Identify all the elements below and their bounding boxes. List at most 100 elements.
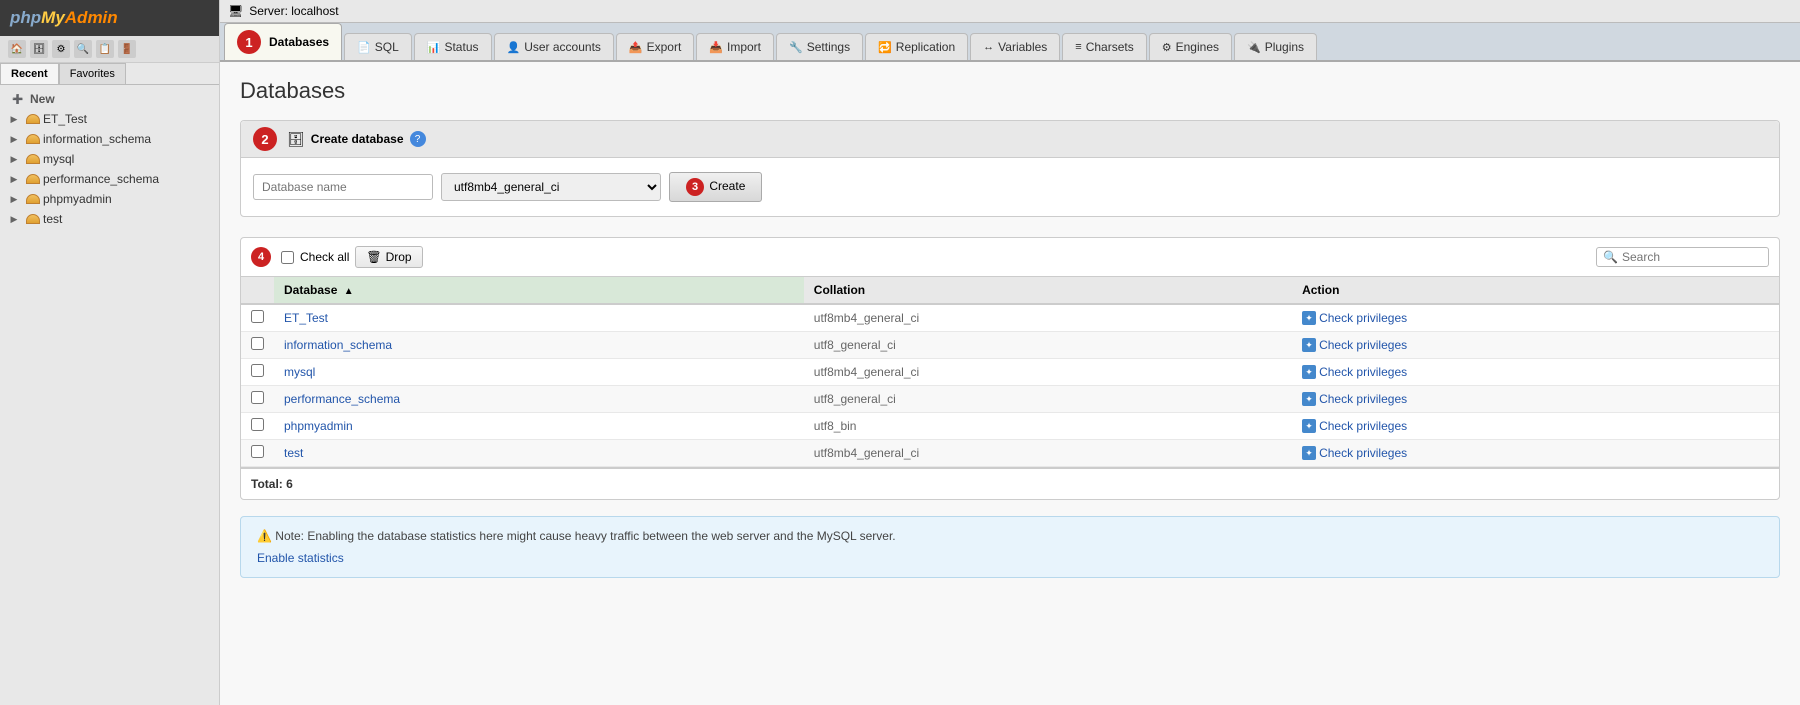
sidebar-item-test[interactable]: ▶ test [0, 209, 219, 229]
db-toolbar: 4 Check all 🗑 Drop 🔍 [241, 238, 1779, 276]
settings-icon[interactable]: ⚙ [52, 40, 70, 58]
check-privileges-link[interactable]: ✦ Check privileges [1302, 338, 1769, 352]
db-name-link[interactable]: mysql [284, 365, 315, 379]
col-action[interactable]: Action [1292, 277, 1779, 305]
content-area: Databases 2 🗄 Create database ? utf8mb4_… [220, 62, 1800, 705]
config-icon[interactable]: 📋 [96, 40, 114, 58]
export-icon: 📤 [629, 41, 643, 54]
priv-icon: ✦ [1302, 338, 1316, 352]
row-collation: utf8_bin [804, 413, 1292, 440]
sidebar-item-new[interactable]: ➕ New [0, 89, 219, 109]
check-privileges-link[interactable]: ✦ Check privileges [1302, 419, 1769, 433]
check-priv-label: Check privileges [1319, 446, 1407, 460]
sidebar-item-et-test[interactable]: ▶ ET_Test [0, 109, 219, 129]
db-icon [26, 214, 40, 224]
tab-settings[interactable]: 🔧 Settings [776, 33, 863, 60]
table-row: performance_schema utf8_general_ci ✦ Che… [241, 386, 1779, 413]
recent-tab[interactable]: Recent [0, 63, 59, 84]
priv-icon: ✦ [1302, 392, 1316, 406]
sidebar: phpMyAdmin 🏠 🗄 ⚙ 🔍 📋 🚪 Recent Favorites … [0, 0, 220, 705]
tab-databases-label: Databases [269, 35, 329, 49]
priv-icon: ✦ [1302, 419, 1316, 433]
table-row: mysql utf8mb4_general_ci ✦ Check privile… [241, 359, 1779, 386]
check-priv-label: Check privileges [1319, 311, 1407, 325]
create-button[interactable]: 3 Create [669, 172, 762, 202]
help-icon[interactable]: ? [410, 131, 426, 147]
variables-icon: ↔ [983, 41, 994, 53]
collation-select[interactable]: utf8mb4_general_ci utf8_general_ci latin… [441, 173, 661, 201]
row-collation: utf8mb4_general_ci [804, 359, 1292, 386]
db-name-link[interactable]: test [284, 446, 303, 460]
home-icon[interactable]: 🏠 [8, 40, 26, 58]
tab-plugins-label: Plugins [1265, 40, 1304, 54]
logo-my: My [41, 8, 65, 28]
user-icon: 👤 [507, 41, 521, 54]
db-name-link[interactable]: phpmyadmin [284, 419, 353, 433]
tab-databases[interactable]: 1 Databases [224, 23, 342, 60]
tab-status-label: Status [444, 40, 478, 54]
priv-icon: ✦ [1302, 311, 1316, 325]
sidebar-item-information-schema[interactable]: ▶ information_schema [0, 129, 219, 149]
tab-sql[interactable]: 📄 SQL [344, 33, 412, 60]
db-icon [26, 114, 40, 124]
tab-export[interactable]: 📤 Export [616, 33, 694, 60]
tab-user-accounts-label: User accounts [524, 40, 601, 54]
tab-engines-label: Engines [1176, 40, 1219, 54]
note-box: ⚠️ Note: Enabling the database statistic… [240, 516, 1780, 578]
check-privileges-link[interactable]: ✦ Check privileges [1302, 311, 1769, 325]
expand-icon: ▶ [6, 131, 22, 147]
refresh-icon[interactable]: 🗄 [30, 40, 48, 58]
sidebar-item-mysql[interactable]: ▶ mysql [0, 149, 219, 169]
tab-plugins[interactable]: 🔌 Plugins [1234, 33, 1317, 60]
priv-icon: ✦ [1302, 446, 1316, 460]
table-row: ET_Test utf8mb4_general_ci ✦ Check privi… [241, 304, 1779, 332]
expand-icon: ▶ [6, 191, 22, 207]
drop-label: Drop [386, 250, 412, 264]
drop-button[interactable]: 🗑 Drop [355, 246, 422, 268]
db-name-link[interactable]: information_schema [284, 338, 392, 352]
sort-arrow-icon: ▲ [344, 286, 354, 297]
database-name-input[interactable] [253, 174, 433, 200]
tab-variables-label: Variables [998, 40, 1047, 54]
row-checkbox[interactable] [251, 445, 264, 458]
db-name-link[interactable]: ET_Test [284, 311, 328, 325]
check-privileges-link[interactable]: ✦ Check privileges [1302, 392, 1769, 406]
tab-variables[interactable]: ↔ Variables [970, 33, 1060, 60]
favorites-tab[interactable]: Favorites [59, 63, 126, 84]
db-name-link[interactable]: performance_schema [284, 392, 400, 406]
step2-circle: 2 [253, 127, 277, 151]
tab-replication[interactable]: 🔁 Replication [865, 33, 968, 60]
enable-statistics-link[interactable]: Enable statistics [257, 551, 344, 565]
tab-import[interactable]: 📥 Import [696, 33, 774, 60]
sidebar-tree: ➕ New ▶ ET_Test ▶ information_schema ▶ m… [0, 85, 219, 705]
col-checkbox [241, 277, 274, 305]
tab-engines[interactable]: ⚙ Engines [1149, 33, 1232, 60]
step1-circle: 1 [237, 30, 261, 54]
row-checkbox[interactable] [251, 364, 264, 377]
check-priv-label: Check privileges [1319, 365, 1407, 379]
row-collation: utf8_general_ci [804, 386, 1292, 413]
logo-admin: Admin [65, 8, 118, 28]
row-checkbox[interactable] [251, 310, 264, 323]
new-icon: ➕ [10, 91, 26, 107]
check-privileges-link[interactable]: ✦ Check privileges [1302, 365, 1769, 379]
row-checkbox[interactable] [251, 418, 264, 431]
step3-circle: 3 [686, 178, 704, 196]
check-privileges-link[interactable]: ✦ Check privileges [1302, 446, 1769, 460]
search-icon[interactable]: 🔍 [74, 40, 92, 58]
row-checkbox[interactable] [251, 391, 264, 404]
search-input[interactable] [1622, 250, 1762, 264]
sidebar-item-phpmyadmin[interactable]: ▶ phpmyadmin [0, 189, 219, 209]
col-database[interactable]: Database ▲ [274, 277, 804, 305]
exit-icon[interactable]: 🚪 [118, 40, 136, 58]
tab-status[interactable]: 📊 Status [414, 33, 492, 60]
col-collation[interactable]: Collation [804, 277, 1292, 305]
sidebar-icon-bar: 🏠 🗄 ⚙ 🔍 📋 🚪 [0, 36, 219, 63]
check-all-label: Check all [300, 250, 349, 264]
sidebar-item-performance-schema[interactable]: ▶ performance_schema [0, 169, 219, 189]
check-all-checkbox[interactable] [281, 251, 294, 264]
row-checkbox[interactable] [251, 337, 264, 350]
expand-icon: ▶ [6, 111, 22, 127]
tab-user-accounts[interactable]: 👤 User accounts [494, 33, 614, 60]
tab-charsets[interactable]: ≡ Charsets [1062, 33, 1146, 60]
